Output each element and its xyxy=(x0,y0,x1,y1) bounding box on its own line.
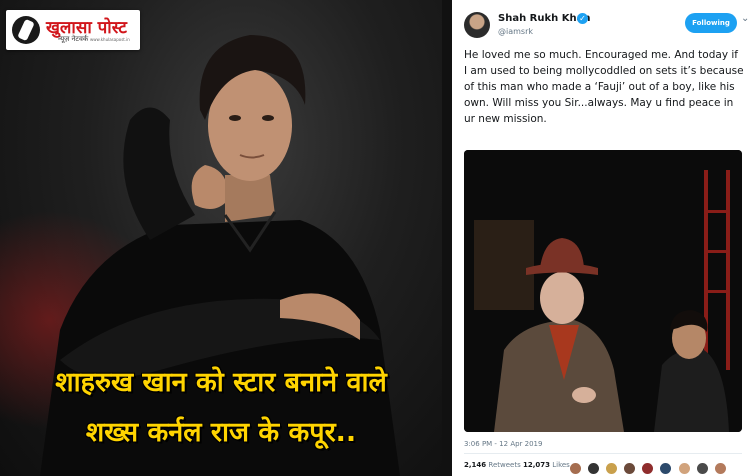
logo-subtitle: न्यूज़ नेटवर्क xyxy=(58,35,89,43)
avatar[interactable] xyxy=(570,463,581,474)
tweet-timestamp[interactable]: 3:06 PM - 12 Apr 2019 xyxy=(464,440,542,448)
likes-label[interactable]: Likes xyxy=(552,461,570,469)
avatar[interactable] xyxy=(624,463,636,474)
tweet-author-handle[interactable]: @iamsrk xyxy=(498,27,533,36)
retweets-count[interactable]: 2,146 xyxy=(464,461,486,469)
liker-avatars[interactable] xyxy=(570,459,728,476)
promo-image-panel: खुलासा पोस्ट न्यूज़ नेटवर्क www.khulasap… xyxy=(0,0,442,476)
avatar[interactable] xyxy=(714,463,726,474)
avatar[interactable] xyxy=(606,463,618,474)
avatar[interactable] xyxy=(678,463,690,474)
avatar[interactable] xyxy=(696,463,708,474)
avatar[interactable] xyxy=(464,12,490,38)
tweet-text: He loved me so much. Encouraged me. And … xyxy=(464,49,744,125)
verified-badge-icon: ✓ xyxy=(577,13,588,24)
divider xyxy=(464,453,742,454)
following-button[interactable]: Following xyxy=(685,13,737,33)
tweet-stats: 2,146 Retweets 12,073 Likes xyxy=(464,461,570,469)
site-logo[interactable]: खुलासा पोस्ट न्यूज़ नेटवर्क www.khulasap… xyxy=(6,10,140,50)
pen-hand-icon xyxy=(12,16,40,44)
headline-line-2: शख्स कर्नल राज के कपूर.. xyxy=(85,417,357,448)
logo-url: www.khulasapost.in xyxy=(90,37,130,42)
retweets-label[interactable]: Retweets xyxy=(488,461,520,469)
tweet-card: Shah Rukh Khan ✓ @iamsrk Following ⌄ He … xyxy=(452,0,750,476)
avatar[interactable] xyxy=(642,463,654,474)
likes-count[interactable]: 12,073 xyxy=(523,461,550,469)
actor-portrait-image xyxy=(40,35,400,476)
tweet-media-image[interactable] xyxy=(464,150,742,432)
headline-line-1: शाहरुख खान को स्टार बनाने वाले xyxy=(55,367,387,398)
chevron-down-icon[interactable]: ⌄ xyxy=(741,13,749,24)
avatar[interactable] xyxy=(588,463,600,474)
avatar[interactable] xyxy=(660,463,672,474)
